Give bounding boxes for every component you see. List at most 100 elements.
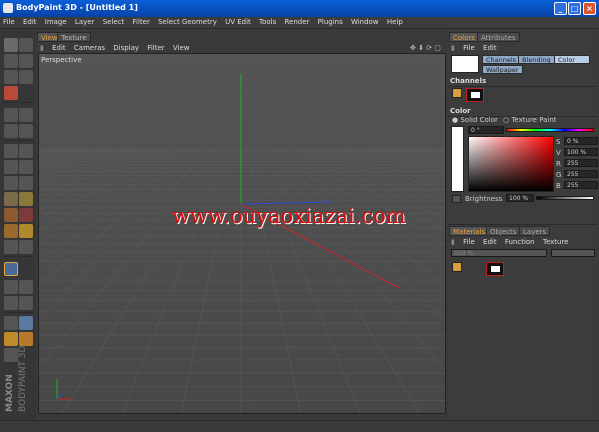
- maximize-button[interactable]: □: [568, 2, 581, 15]
- tab-colors[interactable]: Colors: [449, 32, 479, 42]
- menu-edit[interactable]: Edit: [20, 17, 40, 28]
- fill-icon[interactable]: [4, 224, 18, 238]
- eraser-icon[interactable]: [4, 208, 18, 222]
- ellipse-icon[interactable]: [4, 240, 18, 254]
- materials-filter-dropdown[interactable]: [551, 249, 595, 257]
- viewport-menu-edit[interactable]: Edit: [49, 43, 69, 53]
- uv-polygon-icon[interactable]: [4, 262, 18, 276]
- menu-filter[interactable]: Filter: [130, 17, 153, 28]
- s-field[interactable]: 0 %: [564, 137, 598, 145]
- brightness-toggle-icon[interactable]: [452, 195, 461, 203]
- hand-icon[interactable]: [19, 144, 33, 158]
- b-field[interactable]: 255: [564, 181, 598, 189]
- materials-zoom-field[interactable]: 100 %: [451, 249, 547, 257]
- checker-icon[interactable]: [19, 176, 33, 190]
- rotate-icon[interactable]: [4, 70, 18, 84]
- new-texture-icon[interactable]: [4, 38, 18, 52]
- hue-field[interactable]: 0 °: [468, 126, 504, 134]
- color-title: Color: [450, 107, 471, 115]
- 3d-paint-icon[interactable]: [4, 108, 18, 122]
- eyedropper-icon[interactable]: [19, 208, 33, 222]
- projection-icon[interactable]: [19, 108, 33, 122]
- b-label: B: [556, 182, 561, 190]
- tab-layers[interactable]: Layers: [519, 226, 551, 236]
- lasso-icon[interactable]: [19, 160, 33, 174]
- menu-tools[interactable]: Tools: [256, 17, 279, 28]
- r-field[interactable]: 255: [564, 159, 598, 167]
- select-rect-icon[interactable]: [4, 160, 18, 174]
- tab-texture[interactable]: Texture: [57, 32, 91, 42]
- move-icon[interactable]: [4, 54, 18, 68]
- pencil-icon[interactable]: [19, 192, 33, 206]
- brightness-slider[interactable]: [536, 196, 594, 200]
- menu-select[interactable]: Select: [100, 17, 128, 28]
- menu-file[interactable]: File: [0, 17, 18, 28]
- viewport-nav-icons[interactable]: ✥ ⬇ ⟳ ▢: [407, 43, 444, 53]
- colors-panel-tabs: Colors Attributes: [448, 32, 598, 42]
- uv-mesh-icon[interactable]: [19, 124, 33, 138]
- hue-slider[interactable]: [506, 128, 594, 132]
- grid-icon[interactable]: [19, 280, 33, 294]
- record-icon[interactable]: [4, 86, 18, 100]
- brush-preset-icon[interactable]: [19, 296, 33, 310]
- current-color-bar[interactable]: [451, 126, 464, 192]
- magic-wand-icon[interactable]: [4, 176, 18, 190]
- viewport-menu-icon[interactable]: ▮: [37, 43, 47, 53]
- materials-menu-edit[interactable]: Edit: [480, 237, 500, 247]
- menu-help[interactable]: Help: [384, 17, 406, 28]
- tab-objects[interactable]: Objects: [486, 226, 521, 236]
- viewport-menu-view[interactable]: View: [170, 43, 193, 53]
- solid-color-radio[interactable]: ● Solid Color: [452, 116, 498, 124]
- menu-layer[interactable]: Layer: [72, 17, 98, 28]
- colors-menu-file[interactable]: File: [460, 43, 478, 53]
- viewport-menu-filter[interactable]: Filter: [144, 43, 167, 53]
- magnify-icon[interactable]: [4, 144, 18, 158]
- viewport-perspective[interactable]: [38, 53, 446, 414]
- v-label: V: [556, 149, 561, 157]
- pattern-icon[interactable]: [4, 280, 18, 294]
- brightness-field[interactable]: 100 %: [506, 194, 534, 202]
- viewport-label: Perspective: [41, 56, 82, 64]
- saturation-value-picker[interactable]: [468, 136, 554, 192]
- texture-icon[interactable]: [4, 296, 18, 310]
- close-button[interactable]: ×: [583, 2, 596, 15]
- material-color-icon[interactable]: [452, 262, 462, 272]
- texture-paint-radio[interactable]: ○ Texture Paint: [503, 116, 557, 124]
- window-titlebar[interactable]: BodyPaint 3D - [Untitled 1] _ □ ×: [0, 0, 599, 17]
- tab-attributes[interactable]: Attributes: [477, 32, 520, 42]
- scale-icon[interactable]: [19, 54, 33, 68]
- snap-icon[interactable]: [19, 70, 33, 84]
- wallpaper-button[interactable]: Wallpaper: [482, 65, 523, 74]
- menu-select-geometry[interactable]: Select Geometry: [155, 17, 220, 28]
- materials-menu-file[interactable]: File: [460, 237, 478, 247]
- star-icon[interactable]: [19, 224, 33, 238]
- channels-button[interactable]: Channels: [482, 55, 521, 64]
- minimize-button[interactable]: _: [554, 2, 567, 15]
- g-field[interactable]: 255: [564, 170, 598, 178]
- color-swatch-preview[interactable]: [451, 55, 479, 73]
- brush-icon[interactable]: [4, 192, 18, 206]
- menu-render[interactable]: Render: [282, 17, 313, 28]
- undo-icon[interactable]: [19, 38, 33, 52]
- layer-icon[interactable]: [4, 316, 18, 330]
- menu-uv-edit[interactable]: UV Edit: [222, 17, 254, 28]
- tab-materials[interactable]: Materials: [449, 226, 490, 236]
- move-view-icon[interactable]: [19, 316, 33, 330]
- materials-menu-texture[interactable]: Texture: [540, 237, 572, 247]
- colors-menu-edit[interactable]: Edit: [480, 43, 500, 53]
- colors-menu-icon[interactable]: ▮: [448, 43, 458, 53]
- materials-menu-icon[interactable]: ▮: [448, 237, 458, 247]
- menu-window[interactable]: Window: [348, 17, 382, 28]
- line-icon[interactable]: [19, 240, 33, 254]
- menu-image[interactable]: Image: [42, 17, 70, 28]
- viewport-menu-cameras[interactable]: Cameras: [71, 43, 108, 53]
- channel-color-icon[interactable]: [452, 88, 462, 98]
- v-field[interactable]: 100 %: [564, 148, 598, 156]
- viewport-grid: [39, 54, 445, 413]
- viewport-menu-display[interactable]: Display: [110, 43, 142, 53]
- materials-menu-function[interactable]: Function: [502, 237, 538, 247]
- color-button[interactable]: Color: [554, 55, 590, 64]
- blending-button[interactable]: Blending: [518, 55, 555, 64]
- cube-icon[interactable]: [4, 124, 18, 138]
- menu-plugins[interactable]: Plugins: [315, 17, 346, 28]
